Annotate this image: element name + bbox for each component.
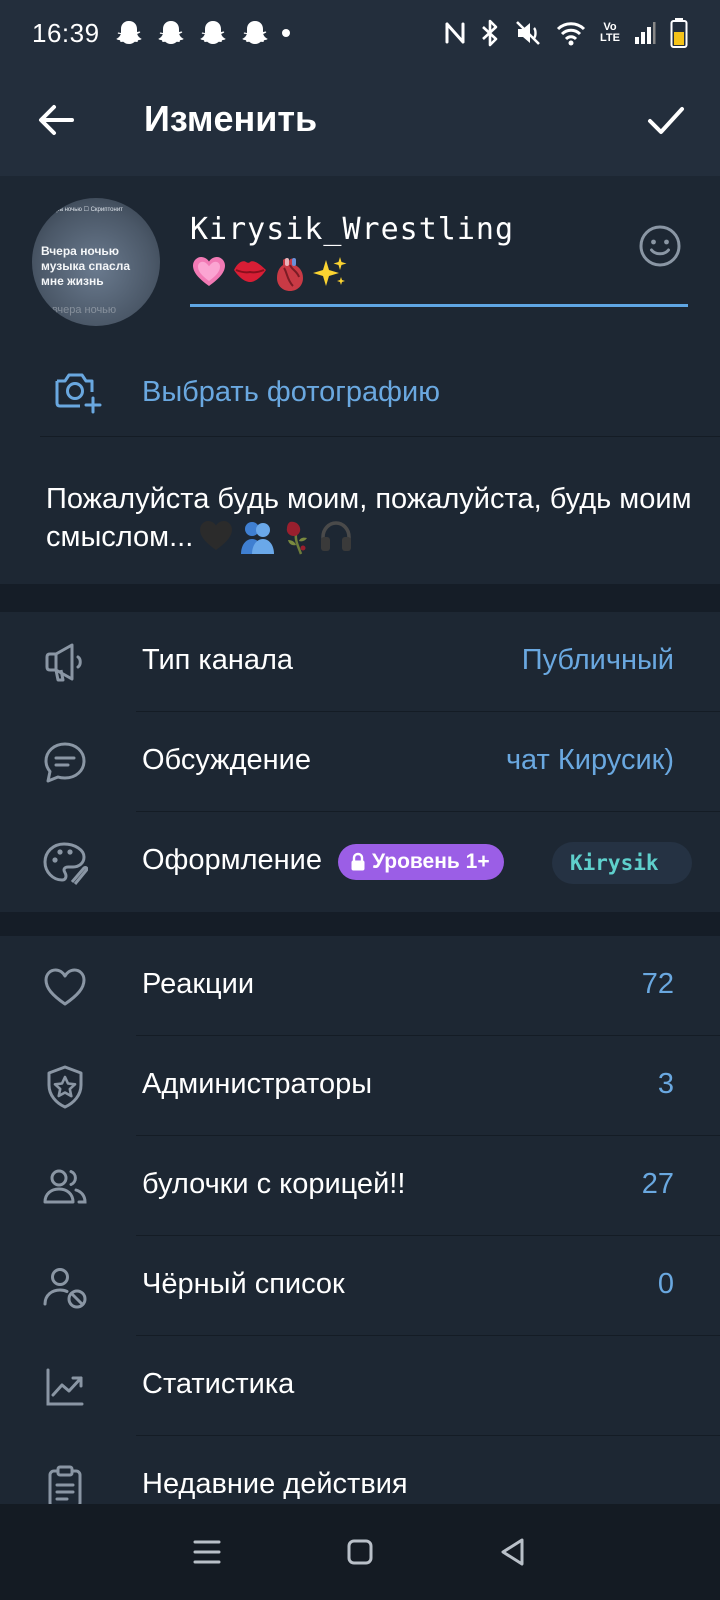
avatar-caption-bottom: вчера ночью xyxy=(52,304,117,316)
notification-icons xyxy=(114,18,290,48)
anatomical-heart-emoji xyxy=(277,258,303,291)
channel-description-text: Пожалуйста будь моим, пожалуйста, будь м… xyxy=(46,483,692,553)
avatar-caption: Вчера ночью музыка спасла мне жизнь xyxy=(41,244,131,288)
wifi-icon xyxy=(556,22,586,46)
channel-name-emoji xyxy=(192,256,348,292)
channel-name-input[interactable]: Kirysik_Wrestling xyxy=(190,212,640,247)
pink-heart-emoji xyxy=(193,257,225,286)
system-navigation-bar xyxy=(0,1504,720,1600)
user-block-icon xyxy=(43,1268,87,1309)
row-appearance-label: Оформление xyxy=(142,844,323,876)
row-appearance[interactable]: Оформление Уровень 1+ Kirysik xyxy=(0,812,720,912)
bluetooth-icon xyxy=(482,19,498,47)
appearance-name-preview-text: Kirysik xyxy=(570,851,659,875)
snapchat-icon xyxy=(199,21,226,44)
row-subscribers-label: булочки с корицей!! xyxy=(142,1168,406,1200)
profile-section: Вчера ночью ☐ Скриптонит Вчера ночью муз… xyxy=(0,176,720,584)
row-reactions[interactable]: Реакции 72 xyxy=(0,936,720,1036)
row-administrators-label: Администраторы xyxy=(142,1068,373,1100)
back-triangle-icon[interactable] xyxy=(493,1532,533,1572)
recent-apps-icon[interactable] xyxy=(187,1532,227,1572)
snapchat-icon xyxy=(157,21,184,44)
sparkles-emoji xyxy=(313,257,347,286)
row-channel-type[interactable]: Тип канала Публичный xyxy=(0,612,720,712)
row-channel-type-value: Публичный xyxy=(521,644,674,676)
channel-settings-group: Тип канала Публичный Обсуждение чат Киру… xyxy=(0,612,720,912)
channel-description-input[interactable]: Пожалуйста будь моим, пожалуйста, будь м… xyxy=(46,480,706,556)
row-subscribers-value: 27 xyxy=(641,1168,674,1200)
page-title: Изменить xyxy=(144,98,318,139)
heart-icon xyxy=(44,968,86,1006)
lock-icon xyxy=(351,852,365,871)
wilted-rose-emoji xyxy=(287,522,308,555)
row-discussion-value: чат Кирусик) xyxy=(505,744,674,776)
black-heart-emoji xyxy=(200,521,233,551)
row-blacklist[interactable]: Чёрный список 0 xyxy=(0,1236,720,1336)
level-badge-text: Уровень 1+ xyxy=(372,850,490,873)
lips-emoji xyxy=(234,261,266,282)
bio-emoji xyxy=(199,520,353,556)
users-icon xyxy=(43,1169,87,1204)
row-blacklist-value: 0 xyxy=(657,1268,674,1300)
emoji-picker-icon[interactable] xyxy=(638,224,682,268)
row-recent-actions-label: Недавние действия xyxy=(142,1468,408,1500)
nfc-icon xyxy=(445,22,465,44)
battery-icon xyxy=(670,18,688,48)
row-statistics-label: Статистика xyxy=(142,1368,295,1400)
row-reactions-label: Реакции xyxy=(142,968,255,1000)
status-bar: 16:39 Vo LTE xyxy=(0,0,720,66)
clipboard-icon xyxy=(48,1465,82,1504)
level-badge: Уровень 1+ xyxy=(338,844,504,880)
system-icons: Vo LTE xyxy=(444,17,688,49)
section-separator xyxy=(0,912,720,936)
shield-star-icon xyxy=(47,1065,83,1109)
more-notifications-dot xyxy=(281,29,290,37)
palette-icon xyxy=(43,842,88,885)
management-settings-group: Реакции 72 Администраторы 3 булочки с ко… xyxy=(0,936,720,1504)
megaphone-icon xyxy=(45,643,82,682)
snapchat-icon xyxy=(115,21,142,44)
appearance-name-preview: Kirysik xyxy=(552,842,692,884)
chat-bubble-icon xyxy=(44,742,86,783)
row-statistics[interactable]: Статистика xyxy=(0,1336,720,1436)
save-check-icon[interactable] xyxy=(642,96,690,144)
section-separator xyxy=(0,584,720,612)
people-hugging-emoji xyxy=(241,522,275,555)
row-administrators-value: 3 xyxy=(657,1068,674,1100)
photo-divider xyxy=(40,436,720,437)
top-bar: 16:39 Vo LTE Изменить xyxy=(0,0,720,176)
status-time: 16:39 xyxy=(32,17,100,48)
name-input-underline xyxy=(190,304,688,307)
row-administrators[interactable]: Администраторы 3 xyxy=(0,1036,720,1136)
mute-icon xyxy=(516,21,540,45)
add-photo-camera-icon xyxy=(55,373,102,414)
row-blacklist-label: Чёрный список xyxy=(142,1268,345,1300)
snapchat-icon xyxy=(241,21,268,44)
row-reactions-value: 72 xyxy=(641,968,674,1000)
headphones-emoji xyxy=(321,521,352,552)
volte-icon: Vo LTE xyxy=(600,21,620,44)
signal-icon xyxy=(635,22,656,44)
channel-avatar[interactable]: Вчера ночью ☐ Скриптонит Вчера ночью муз… xyxy=(32,198,160,326)
avatar-caption-top: Вчера ночью ☐ Скриптонит xyxy=(46,207,123,213)
back-arrow-icon[interactable] xyxy=(32,96,80,144)
app-bar: Изменить xyxy=(0,76,720,166)
row-channel-type-label: Тип канала xyxy=(142,644,294,676)
home-icon[interactable] xyxy=(340,1532,380,1572)
choose-photo-label: Выбрать фотографию xyxy=(142,376,440,408)
row-subscribers[interactable]: булочки с корицей!! 27 xyxy=(0,1136,720,1236)
choose-photo-button[interactable]: Выбрать фотографию xyxy=(0,346,720,436)
chart-icon xyxy=(46,1368,84,1406)
row-recent-actions[interactable]: Недавние действия xyxy=(0,1436,720,1504)
row-discussion-label: Обсуждение xyxy=(142,744,311,776)
row-discussion[interactable]: Обсуждение чат Кирусик) xyxy=(0,712,720,812)
